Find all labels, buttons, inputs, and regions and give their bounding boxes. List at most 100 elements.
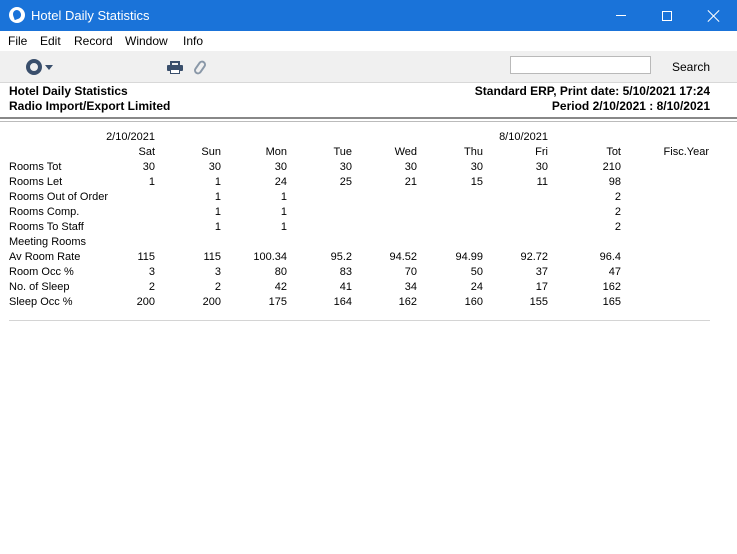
print-icon[interactable] <box>167 61 183 74</box>
table-cell: 34 <box>404 281 417 293</box>
row-label: Rooms Let <box>9 176 63 188</box>
table-cell: 15 <box>470 176 483 188</box>
table-cell: 175 <box>268 296 287 308</box>
row-label: Room Occ % <box>9 266 74 278</box>
table-cell: 2 <box>614 206 621 218</box>
table-cell: 50 <box>470 266 483 278</box>
table-cell: 94.52 <box>389 251 417 263</box>
table-cell: 1 <box>214 221 221 233</box>
maximize-icon <box>662 10 672 21</box>
table-cell: 2 <box>214 281 221 293</box>
table-cell: 115 <box>137 251 155 263</box>
table-cell: 70 <box>404 266 417 278</box>
table-cell: 98 <box>608 176 621 188</box>
table-cell: 1 <box>214 176 221 188</box>
table-cell: 47 <box>608 266 621 278</box>
table-cell: 1 <box>148 176 155 188</box>
row-label: Rooms To Staff <box>9 221 84 233</box>
table-cell: 1 <box>214 206 221 218</box>
column-header: Tot <box>606 146 621 158</box>
table-cell: 17 <box>535 281 548 293</box>
row-label: Av Room Rate <box>9 251 81 263</box>
menu-info[interactable]: Info <box>183 34 203 48</box>
column-header: Sun <box>201 146 221 158</box>
column-header: Tue <box>333 146 352 158</box>
menu-window[interactable]: Window <box>125 34 168 48</box>
table-cell: 115 <box>203 251 221 263</box>
table-cell: 200 <box>136 296 155 308</box>
table-cell: 30 <box>470 161 483 173</box>
table-cell: 200 <box>202 296 221 308</box>
window-title: Hotel Daily Statistics <box>31 8 150 23</box>
table-cell: 3 <box>214 266 221 278</box>
table-cell: 96.4 <box>599 251 621 263</box>
minimize-button[interactable] <box>598 0 644 31</box>
report-period: Period 2/10/2021 : 8/10/2021 <box>551 99 710 113</box>
table-cell: 1 <box>214 191 221 203</box>
column-header: Thu <box>464 146 483 158</box>
column-header: Fisc.Year <box>663 146 709 158</box>
table-cell: 21 <box>404 176 417 188</box>
header-divider-thin <box>0 121 737 122</box>
app-logo-icon <box>9 7 25 23</box>
table-cell: 2 <box>614 221 621 233</box>
close-button[interactable] <box>691 0 737 31</box>
column-header: Mon <box>265 146 287 158</box>
column-header: Sat <box>138 146 155 158</box>
table-cell: 2 <box>148 281 155 293</box>
table-cell: 95.2 <box>330 251 352 263</box>
table-cell: 155 <box>529 296 548 308</box>
menu-file[interactable]: File <box>8 34 27 48</box>
table-cell: 83 <box>339 266 352 278</box>
close-icon <box>708 10 720 22</box>
table-cell: 24 <box>470 281 483 293</box>
table-cell: 160 <box>464 296 483 308</box>
table-cell: 3 <box>148 266 155 278</box>
table-cell: 1 <box>280 221 287 233</box>
menu-bar: File Edit Record Window Info <box>0 31 737 51</box>
gear-icon[interactable] <box>23 59 45 75</box>
table-cell: 30 <box>404 161 417 173</box>
row-label: Rooms Tot <box>9 161 62 173</box>
table-cell: 30 <box>142 161 155 173</box>
company-name: Radio Import/Export Limited <box>9 99 171 113</box>
table-cell: 80 <box>274 266 287 278</box>
table-cell: 37 <box>535 266 548 278</box>
date-end-label: 8/10/2021 <box>499 131 548 143</box>
table-cell: 162 <box>398 296 417 308</box>
table-cell: 11 <box>536 176 548 188</box>
table-cell: 2 <box>614 191 621 203</box>
table-cell: 100.34 <box>253 251 287 263</box>
row-label: No. of Sleep <box>9 281 70 293</box>
table-cell: 42 <box>274 281 287 293</box>
table-cell: 24 <box>274 176 287 188</box>
minimize-icon <box>616 15 626 16</box>
report-area: Hotel Daily Statistics Radio Import/Expo… <box>0 84 737 554</box>
attachment-icon[interactable] <box>192 59 208 76</box>
table-cell: 94.99 <box>455 251 483 263</box>
maximize-button[interactable] <box>644 0 690 31</box>
search-button[interactable]: Search <box>672 60 710 74</box>
column-header: Fri <box>535 146 548 158</box>
table-cell: 1 <box>280 191 287 203</box>
table-cell: 92.72 <box>520 251 548 263</box>
column-header: Wed <box>394 146 417 158</box>
table-cell: 30 <box>208 161 221 173</box>
row-label: Rooms Out of Order <box>9 191 109 203</box>
search-input[interactable] <box>510 56 651 74</box>
table-cell: 165 <box>602 296 621 308</box>
table-cell: 1 <box>280 206 287 218</box>
report-title: Hotel Daily Statistics <box>9 84 128 98</box>
menu-edit[interactable]: Edit <box>40 34 61 48</box>
chevron-down-icon[interactable] <box>45 65 53 70</box>
table-bottom-divider <box>9 320 710 321</box>
menu-record[interactable]: Record <box>74 34 113 48</box>
table-cell: 210 <box>602 161 621 173</box>
row-label: Meeting Rooms <box>9 236 87 248</box>
row-label: Rooms Comp. <box>9 206 80 218</box>
table-cell: 30 <box>339 161 352 173</box>
date-start-label: 2/10/2021 <box>106 131 155 143</box>
table-cell: 30 <box>535 161 548 173</box>
row-label: Sleep Occ % <box>9 296 73 308</box>
header-divider <box>0 117 737 119</box>
